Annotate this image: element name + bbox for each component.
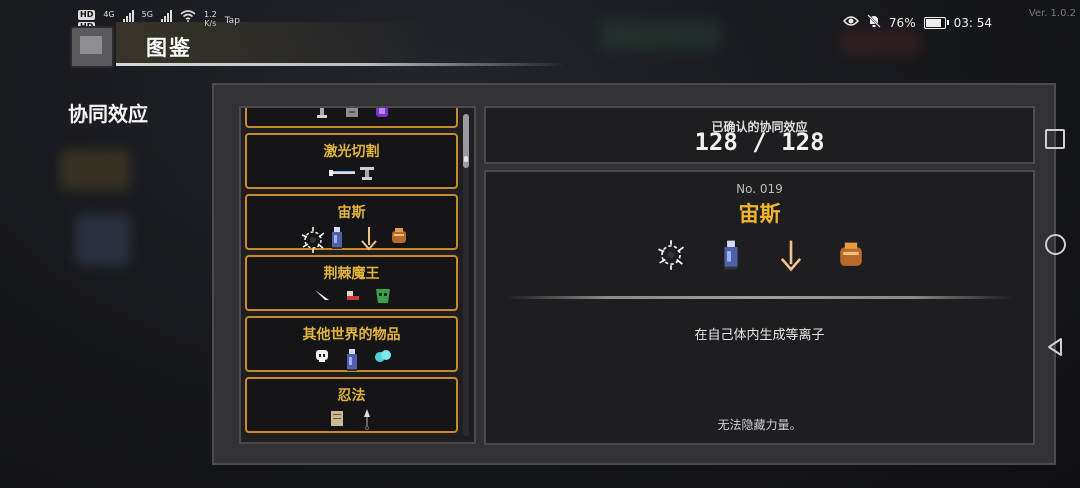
battery-icon <box>923 16 949 29</box>
synergy-detail: No. 019 宙斯 在自己体内生成等离子 无法隐藏力量。 <box>484 170 1035 445</box>
screen: HD HD 4G 5G 1.2 K/s Tap 76% <box>0 0 1080 488</box>
triangle-back-icon <box>1048 338 1062 356</box>
header-underline <box>116 63 566 66</box>
hd-badge: HD <box>78 10 96 20</box>
network-type-1: 4G <box>103 10 115 19</box>
bottle-icon <box>328 225 346 249</box>
purple-gem-icon <box>373 108 391 120</box>
synergy-card[interactable]: 荆棘魔王 <box>245 255 458 311</box>
plasma-orb-icon <box>298 225 324 253</box>
synergy-card-items <box>247 345 456 371</box>
synergy-number: No. 019 <box>736 182 783 196</box>
shoe-icon <box>343 286 361 304</box>
synergy-card-items <box>247 108 456 120</box>
bottle-icon <box>714 238 746 272</box>
synergy-card[interactable] <box>245 108 458 128</box>
skull-icon <box>313 347 331 365</box>
recent-apps-button[interactable] <box>1030 119 1080 159</box>
synergy-name: 宙斯 <box>738 202 781 226</box>
synergy-card-name: 激光切割 <box>323 144 380 160</box>
speed-value: 1.2 <box>203 10 217 19</box>
network-type-2: 5G <box>141 10 153 19</box>
cyan-orb-icon <box>373 347 391 365</box>
synergy-card[interactable]: 宙斯 <box>245 194 458 253</box>
synergy-card[interactable]: 其他世界的物品 <box>245 316 458 372</box>
synergy-card-items <box>247 284 456 304</box>
bag-icon <box>388 225 406 243</box>
back-nav-button[interactable] <box>1030 327 1080 367</box>
scrollbar[interactable] <box>463 114 469 436</box>
circle-icon <box>1044 233 1066 255</box>
mute-bell-icon <box>867 14 881 31</box>
arrow-icon <box>774 238 806 272</box>
synergy-card-name: 宙斯 <box>337 205 366 221</box>
kunai-icon <box>358 408 376 430</box>
synergy-card-items <box>247 162 456 182</box>
synergy-card-name: 荆棘魔王 <box>323 266 380 282</box>
green-mask-icon <box>373 286 391 304</box>
bag-icon <box>834 238 866 272</box>
synergy-card[interactable]: 激光切割 <box>245 133 458 189</box>
background-decoration <box>75 215 130 265</box>
turret-icon <box>358 164 376 182</box>
section-title: 协同效应 <box>68 102 148 126</box>
plasma-orb-icon <box>654 238 686 272</box>
synergy-items <box>486 238 1033 272</box>
synergy-description: 在自己体内生成等离子 <box>694 328 825 343</box>
home-button[interactable] <box>1030 224 1080 264</box>
battery-percent: 76% <box>888 15 916 30</box>
turret-icon <box>313 108 331 120</box>
clock: 03: 54 <box>953 15 992 30</box>
synergy-flavor-text: 无法隐藏力量。 <box>717 418 802 432</box>
synergy-list[interactable]: 激光切割宙斯荆棘魔王其他世界的物品 忍法 <box>239 106 476 444</box>
system-nav-bar <box>1030 0 1080 488</box>
horn-icon <box>313 286 331 304</box>
synergy-card[interactable]: 忍法 <box>245 377 458 433</box>
signal-icon <box>160 10 172 22</box>
scroll-icon <box>328 408 346 426</box>
laser-beam-icon <box>328 164 355 182</box>
square-icon <box>1045 129 1065 149</box>
back-button[interactable] <box>70 26 114 68</box>
arrow-icon <box>358 225 377 251</box>
synergy-card-name: 忍法 <box>337 388 366 404</box>
status-right: 76% 03: 54 <box>842 14 992 31</box>
synergy-list-content: 激光切割宙斯荆棘魔王其他世界的物品 忍法 <box>245 108 458 438</box>
eye-icon <box>842 15 859 30</box>
synergy-card-items <box>247 406 456 430</box>
background-decoration <box>60 150 130 190</box>
scrollbar-knob <box>464 156 468 162</box>
signal-icon <box>122 10 134 22</box>
confirmed-count: 128 / 128 <box>694 128 825 156</box>
synergy-card-items <box>247 223 456 253</box>
confirmed-synergy-box: 已确认的协同效应 128 / 128 <box>484 106 1035 164</box>
synergy-card-name: 其他世界的物品 <box>302 327 401 343</box>
box-icon <box>343 108 361 120</box>
page-title: 图鉴 <box>146 36 192 60</box>
bottle-icon <box>343 347 361 371</box>
divider <box>506 296 1013 299</box>
